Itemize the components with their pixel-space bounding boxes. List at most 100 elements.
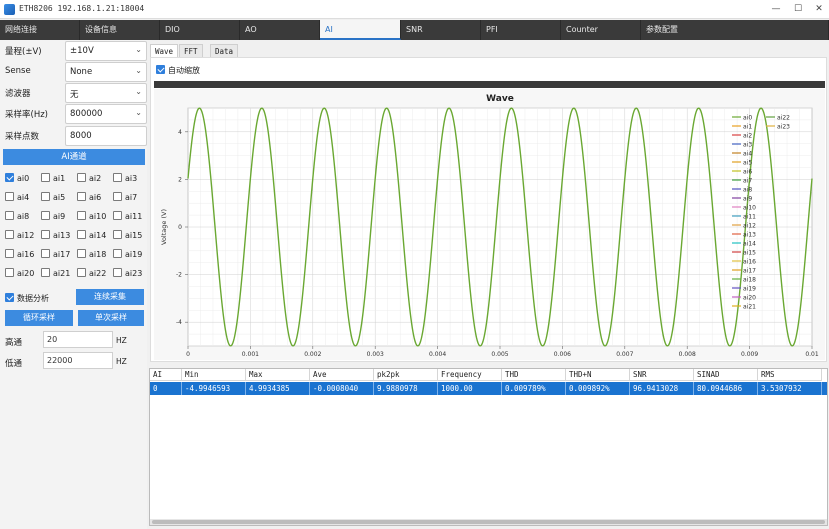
legend-entry: ai14 [743, 241, 756, 248]
column-header[interactable]: THD+N [566, 369, 630, 381]
points-row: 采样点数 8000 [3, 126, 147, 146]
column-header[interactable]: Max [246, 369, 310, 381]
channel-checkbox-ai8[interactable]: ai8 [5, 211, 29, 223]
legend-entry: ai19 [743, 286, 756, 293]
channel-checkbox-ai11[interactable]: ai11 [113, 211, 142, 223]
column-header[interactable]: THD [502, 369, 566, 381]
channel-checkbox-ai14[interactable]: ai14 [77, 230, 106, 242]
auto-scale-checkbox[interactable]: 自动缩放 [156, 65, 200, 77]
checkbox-icon [5, 192, 14, 201]
channel-checkbox-ai9[interactable]: ai9 [41, 211, 65, 223]
continuous-acquire-button[interactable]: 连续采集 [76, 289, 144, 305]
points-input[interactable]: 8000 [65, 126, 147, 146]
channel-label: ai2 [89, 174, 102, 183]
channel-checkbox-ai17[interactable]: ai17 [41, 249, 70, 261]
legend-entry: ai9 [743, 196, 752, 203]
channel-checkbox-ai18[interactable]: ai18 [77, 249, 106, 261]
channel-checkbox-ai21[interactable]: ai21 [41, 268, 70, 280]
checkbox-icon [41, 211, 50, 220]
splitter-handle[interactable] [154, 81, 825, 88]
checkbox-icon [113, 211, 122, 220]
channel-checkbox-ai5[interactable]: ai5 [41, 192, 65, 204]
column-header[interactable]: Frequency [438, 369, 502, 381]
checkbox-icon [41, 173, 50, 182]
checkbox-icon [5, 249, 14, 258]
table-cell: 0.009789% [502, 382, 566, 395]
loop-sample-button[interactable]: 循环采样 [5, 310, 73, 326]
column-header[interactable]: AI [150, 369, 182, 381]
channel-checkbox-ai23[interactable]: ai23 [113, 268, 142, 280]
legend-entry: ai20 [743, 295, 756, 302]
table-cell: 0.009892% [566, 382, 630, 395]
close-button[interactable]: ✕ [811, 2, 827, 16]
channel-checkbox-ai1[interactable]: ai1 [41, 173, 65, 185]
table-cell: 0 [150, 382, 182, 395]
channel-checkbox-ai10[interactable]: ai10 [77, 211, 106, 223]
channel-checkbox-ai16[interactable]: ai16 [5, 249, 34, 261]
tab-pfi[interactable]: PFI [481, 20, 561, 40]
lowpass-input[interactable]: 22000 [43, 352, 113, 369]
tab-dio[interactable]: DIO [160, 20, 240, 40]
horizontal-scrollbar[interactable] [150, 519, 827, 525]
subtab-fft[interactable]: FFT [179, 44, 203, 57]
checkbox-icon [113, 173, 122, 182]
tab-counter[interactable]: Counter [561, 20, 641, 40]
checkbox-icon [41, 192, 50, 201]
tab-network[interactable]: 网络连接 [0, 20, 80, 40]
subtab-data[interactable]: Data [210, 44, 239, 57]
scrollbar-thumb[interactable] [152, 520, 825, 524]
data-analysis-label: 数据分析 [17, 294, 49, 303]
subtab-wave[interactable]: Wave [150, 44, 179, 57]
checkbox-checked-icon [5, 173, 14, 182]
points-label: 采样点数 [5, 132, 40, 142]
data-analysis-checkbox[interactable]: 数据分析 [5, 293, 49, 305]
tab-ao[interactable]: AO [240, 20, 320, 40]
tab-ai[interactable]: AI [320, 20, 401, 40]
sense-select[interactable]: None ⌄ [65, 62, 147, 82]
column-header[interactable]: SNR [630, 369, 694, 381]
checkbox-icon [77, 230, 86, 239]
tab-config[interactable]: 参数配置 [641, 20, 829, 40]
tab-snr[interactable]: SNR [401, 20, 481, 40]
rate-select[interactable]: 800000 ⌄ [65, 104, 147, 124]
y-tick-label: 0 [178, 224, 182, 231]
channel-checkbox-ai4[interactable]: ai4 [5, 192, 29, 204]
filter-row: 滤波器 无 ⌄ [3, 83, 147, 103]
channel-checkbox-ai6[interactable]: ai6 [77, 192, 101, 204]
channel-checkbox-ai13[interactable]: ai13 [41, 230, 70, 242]
channel-checkbox-ai22[interactable]: ai22 [77, 268, 106, 280]
legend-entry: ai11 [743, 214, 756, 221]
highpass-input[interactable]: 20 [43, 331, 113, 348]
minimize-button[interactable]: — [768, 2, 784, 16]
single-sample-button[interactable]: 单次采样 [78, 310, 144, 326]
right-content-panel: Wave FFT Data 自动缩放 Wave 0 0.001 0.002 0.003 0… [147, 40, 829, 529]
legend-entry: ai18 [743, 277, 756, 284]
range-value: ±10V [70, 46, 94, 56]
channel-checkbox-ai0[interactable]: ai0 [5, 173, 29, 185]
wave-chart: Wave 0 0.001 0.002 0.003 0.004 0.005 0.006 0.007… [154, 89, 825, 367]
filter-select[interactable]: 无 ⌄ [65, 83, 147, 103]
app-icon [4, 4, 15, 15]
channel-checkbox-ai15[interactable]: ai15 [113, 230, 142, 242]
tab-device-info[interactable]: 设备信息 [80, 20, 160, 40]
legend-entry: ai6 [743, 169, 752, 176]
channel-checkbox-ai3[interactable]: ai3 [113, 173, 137, 185]
column-header[interactable]: Ave [310, 369, 374, 381]
table-row-fill [822, 382, 827, 395]
column-header[interactable]: SINAD [694, 369, 758, 381]
channel-checkbox-ai7[interactable]: ai7 [113, 192, 137, 204]
legend-entry: ai2 [743, 133, 752, 140]
column-header[interactable]: RMS [758, 369, 822, 381]
column-header[interactable]: Min [182, 369, 246, 381]
channel-checkbox-ai20[interactable]: ai20 [5, 268, 34, 280]
channel-checkbox-ai12[interactable]: ai12 [5, 230, 34, 242]
table-cell: -0.0008040 [310, 382, 374, 395]
channel-checkbox-ai2[interactable]: ai2 [77, 173, 101, 185]
column-header[interactable]: pk2pk [374, 369, 438, 381]
channel-checkbox-ai19[interactable]: ai19 [113, 249, 142, 261]
range-select[interactable]: ±10V ⌄ [65, 41, 147, 61]
ai-channels-header[interactable]: AI通道 [3, 149, 145, 165]
maximize-button[interactable]: ☐ [790, 2, 806, 16]
legend-entry: ai0 [743, 115, 752, 122]
wave-panel: 自动缩放 Wave 0 0.001 0.002 0.003 0.004 0.005 0.006… [150, 57, 827, 367]
